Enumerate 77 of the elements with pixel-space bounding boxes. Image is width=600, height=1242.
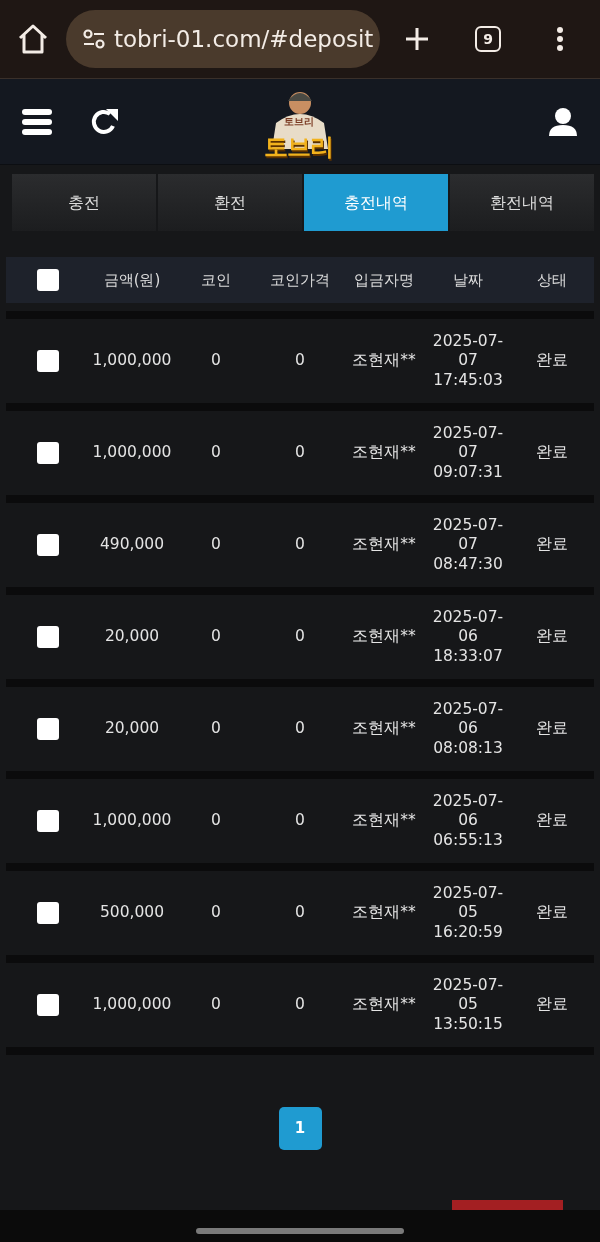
checkbox[interactable]: [37, 810, 59, 832]
table-cell-text: 0: [295, 994, 305, 1016]
table-cell-text: 0: [295, 442, 305, 464]
table-cell-text: 2025-07-05 13:50:15: [431, 975, 505, 1035]
table-cell-text: 0: [211, 718, 221, 740]
table-cell-text: 2025-07-07 08:47:30: [431, 515, 505, 575]
column-header: 날짜: [453, 269, 483, 291]
menu-icon[interactable]: [22, 107, 52, 136]
column-header: 입금자명: [354, 269, 414, 291]
table-cell-text: 완료: [536, 534, 568, 556]
table-cell-text: 0: [295, 810, 305, 832]
table-cell-text: 2025-07-05 16:20:59: [431, 883, 505, 943]
checkbox[interactable]: [37, 626, 59, 648]
table-cell-text: 0: [295, 350, 305, 372]
table-cell-text: 완료: [536, 718, 568, 740]
table-cell-text: 완료: [536, 810, 568, 832]
table-cell-text: 0: [295, 626, 305, 648]
checkbox[interactable]: [37, 442, 59, 464]
table-cell-text: 0: [295, 534, 305, 556]
site-settings-icon[interactable]: [82, 28, 106, 50]
column-header: 코인가격: [270, 269, 330, 291]
table-cell-text: 20,000: [104, 718, 160, 740]
checkbox[interactable]: [37, 534, 59, 556]
table-cell-text: 1,000,000: [92, 442, 172, 464]
user-icon[interactable]: [548, 106, 578, 137]
table-cell-text: 0: [211, 442, 221, 464]
url-text: tobri-01.com/#deposit: [114, 24, 374, 54]
column-header: 금액(원): [103, 269, 161, 291]
table-cell-text: 조현재**: [352, 718, 416, 740]
table-cell-text: 0: [211, 994, 221, 1016]
table-cell-text: 조현재**: [352, 534, 416, 556]
column-header: 상태: [537, 269, 567, 291]
new-tab-icon[interactable]: [404, 26, 430, 52]
table-cell-text: 2025-07-07 09:07:31: [431, 423, 505, 483]
home-icon[interactable]: [16, 23, 50, 55]
checkbox[interactable]: [37, 994, 59, 1016]
checkbox[interactable]: [37, 350, 59, 372]
table-cell-text: 완료: [536, 902, 568, 924]
checkbox[interactable]: [37, 902, 59, 924]
table-cell-text: 1,000,000: [92, 350, 172, 372]
table-cell-text: 조현재**: [352, 902, 416, 924]
table-cell-text: 500,000: [99, 902, 165, 924]
tab[interactable]: 환전: [158, 174, 302, 231]
table-cell-text: 1,000,000: [92, 994, 172, 1016]
table-cell-text: 2025-07-06 08:08:13: [431, 699, 505, 759]
table-cell-text: 0: [211, 902, 221, 924]
column-header: 코인: [201, 269, 231, 291]
table-cell-text: 490,000: [99, 534, 165, 556]
table-cell-text: 0: [211, 534, 221, 556]
table-cell-text: 20,000: [104, 626, 160, 648]
checkbox[interactable]: [37, 269, 59, 291]
logo-shirt-text: 토브리: [284, 117, 314, 127]
table-cell-text: 조현재**: [352, 994, 416, 1016]
table-cell-text: 조현재**: [352, 626, 416, 648]
table-cell-text: 0: [295, 902, 305, 924]
table-cell-text: 1,000,000: [92, 810, 172, 832]
table-cell-text: 완료: [536, 442, 568, 464]
more-icon[interactable]: [556, 26, 564, 52]
table-cell-text: 2025-07-06 18:33:07: [431, 607, 505, 667]
table-cell-text: 조현재**: [352, 810, 416, 832]
tab-count-button[interactable]: 9: [475, 26, 501, 52]
table-cell-text: 0: [211, 626, 221, 648]
table-cell-text: 완료: [536, 350, 568, 372]
table-cell-text: 2025-07-07 17:45:03: [431, 331, 505, 391]
table-cell-text: 조현재**: [352, 350, 416, 372]
table-cell-text: 완료: [536, 994, 568, 1016]
table-cell-text: 2025-07-06 06:55:13: [431, 791, 505, 851]
table-cell-text: 조현재**: [352, 442, 416, 464]
tab[interactable]: 충전: [12, 174, 156, 231]
table-cell-text: 0: [211, 810, 221, 832]
address-bar[interactable]: tobri-01.com/#deposit: [66, 10, 380, 68]
checkbox[interactable]: [37, 718, 59, 740]
table-cell-text: 0: [211, 350, 221, 372]
tab[interactable]: 환전내역: [450, 174, 594, 231]
table-cell-text: 완료: [536, 626, 568, 648]
table-cell-text: 0: [295, 718, 305, 740]
gesture-handle[interactable]: [196, 1228, 404, 1234]
